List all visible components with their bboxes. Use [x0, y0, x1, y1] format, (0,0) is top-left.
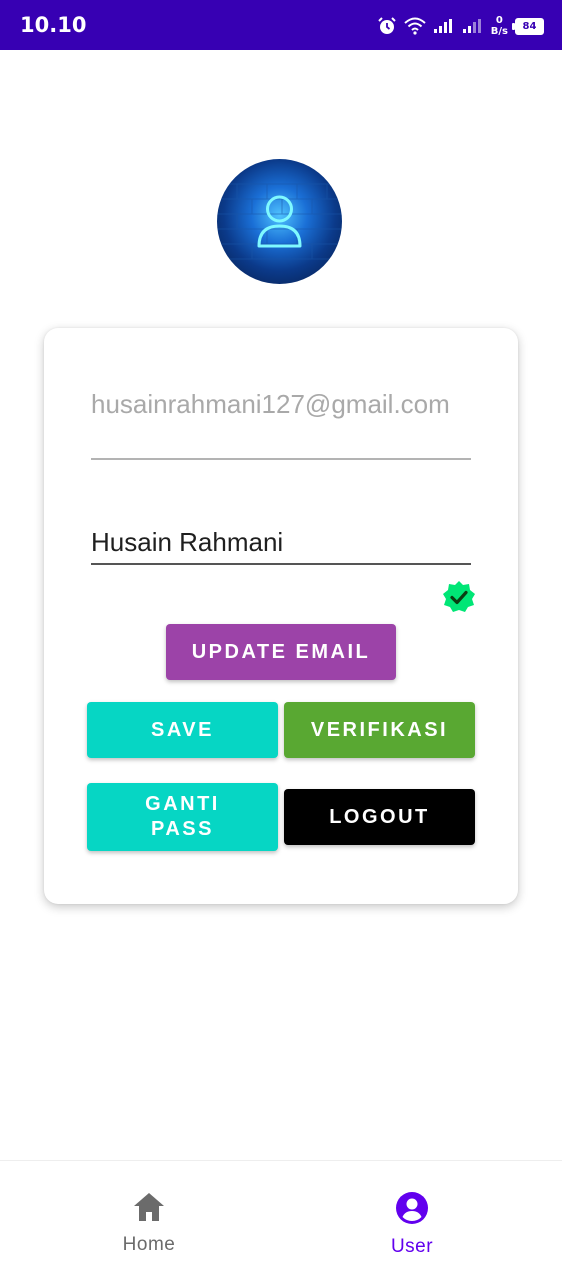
bottom-navigation: Home User	[0, 1160, 562, 1281]
status-bar: 10.10 0 B/s 84	[0, 0, 562, 50]
ganti-pass-label-line2: PASS	[151, 818, 214, 840]
name-field[interactable]: Husain Rahmani	[91, 526, 471, 559]
ganti-pass-button[interactable]: GANTI PASS	[87, 783, 278, 851]
update-email-button[interactable]: UPDATE EMAIL	[166, 624, 396, 680]
email-field[interactable]: husainrahmani127@gmail.com	[91, 388, 471, 421]
battery-icon: 84	[512, 17, 544, 35]
ganti-pass-label-line1: GANTI	[145, 793, 220, 815]
save-button[interactable]: SAVE	[87, 702, 278, 758]
nav-item-home[interactable]: Home	[79, 1191, 219, 1256]
account-circle-icon	[396, 1192, 428, 1224]
logout-button[interactable]: LOGOUT	[284, 789, 475, 845]
status-icons: 0 B/s 84	[377, 12, 544, 40]
user-neon-icon	[217, 183, 342, 260]
email-underline	[91, 458, 471, 460]
nav-label-user: User	[390, 1236, 434, 1257]
home-icon	[134, 1193, 164, 1221]
battery-level: 84	[522, 20, 537, 32]
net-speed: 0 B/s	[491, 15, 508, 37]
status-time: 10.10	[20, 13, 87, 37]
nav-item-user[interactable]: User	[342, 1191, 482, 1258]
wifi-icon	[404, 17, 426, 35]
alarm-icon	[378, 17, 396, 34]
avatar[interactable]	[217, 159, 342, 284]
name-underline	[91, 563, 471, 565]
signal-icon	[433, 19, 452, 33]
verified-badge-icon	[443, 581, 475, 612]
net-speed-value: 0	[495, 15, 503, 26]
signal-icon	[462, 19, 481, 33]
profile-card: husainrahmani127@gmail.com Husain Rahman…	[44, 328, 518, 904]
nav-label-home: Home	[122, 1234, 176, 1255]
net-speed-unit: B/s	[490, 26, 508, 37]
verifikasi-button[interactable]: VERIFIKASI	[284, 702, 475, 758]
